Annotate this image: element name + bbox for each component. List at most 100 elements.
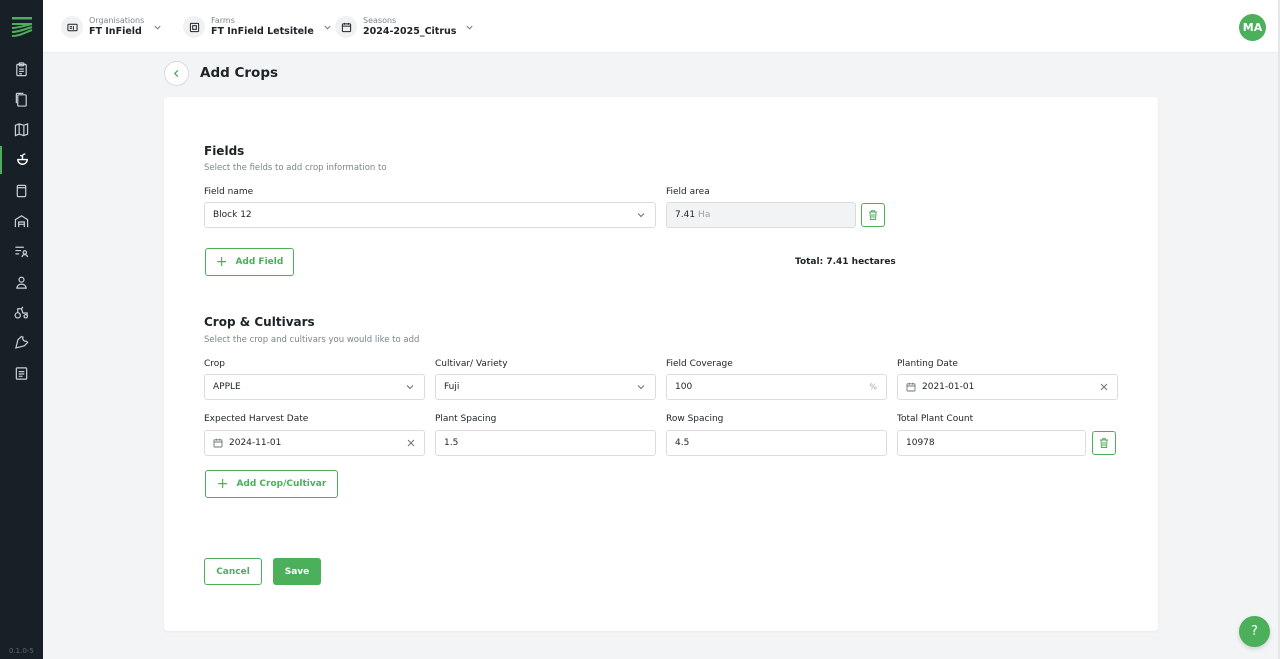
field-area-value: 7.41 (675, 210, 696, 220)
field-coverage-input[interactable]: 100 % (666, 374, 887, 400)
pages-icon (15, 92, 27, 107)
plant-count-value: 10978 (906, 438, 935, 448)
top-bar: Organisations FT InField Farms FT InFiel… (43, 0, 1280, 53)
save-label: Save (284, 566, 310, 577)
row-spacing-label: Row Spacing (666, 414, 724, 424)
nav-tools[interactable] (0, 328, 43, 356)
delete-crop-button[interactable] (1092, 431, 1116, 455)
chevron-down-icon (637, 213, 645, 218)
nav-clipboard[interactable] (0, 55, 43, 83)
app-logo-icon[interactable] (11, 16, 33, 38)
add-field-button[interactable]: + Add Field (205, 248, 294, 276)
add-crop-cultivar-label: Add Crop/Cultivar (236, 479, 327, 489)
nav-inventory[interactable] (0, 176, 43, 204)
map-icon (14, 122, 29, 136)
nav-users[interactable] (0, 268, 43, 296)
chevron-down-icon (406, 385, 414, 390)
calendar-icon (335, 16, 357, 38)
nav-reports[interactable] (0, 359, 43, 387)
row-spacing-value: 4.5 (675, 438, 690, 448)
crops-section-subtitle: Select the crop and cultivars you would … (204, 335, 420, 345)
fields-section-subtitle: Select the fields to add crop informatio… (204, 163, 387, 173)
cancel-button[interactable]: Cancel (204, 558, 262, 585)
wrench-icon (15, 335, 29, 349)
cultivar-value: Fuji (444, 382, 460, 392)
field-coverage-unit: % (869, 382, 877, 392)
farm-value: FT InField Letsitele (211, 25, 314, 37)
farm-icon (183, 16, 205, 38)
nav-pages[interactable] (0, 85, 43, 113)
crop-label: Crop (204, 359, 226, 369)
clipboard-icon (16, 61, 27, 76)
nav-buildings[interactable] (0, 207, 43, 235)
trash-icon (1100, 438, 1108, 448)
trash-icon (869, 210, 877, 220)
chevron-left-icon (173, 69, 179, 78)
cancel-label: Cancel (216, 566, 250, 577)
planting-date-input[interactable]: 2021-01-01 (897, 374, 1118, 400)
plus-icon: + (216, 476, 229, 492)
list-user-icon (15, 246, 29, 257)
crops-section-title: Crop & Cultivars (204, 315, 315, 329)
calendar-icon (213, 438, 223, 448)
plant-count-input[interactable]: 10978 (897, 430, 1086, 456)
app-version: 0.1.0-5 (9, 647, 34, 655)
page-title: Add Crops (200, 65, 279, 81)
season-value: 2024-2025_Citrus (363, 25, 457, 37)
nav-equipment[interactable] (0, 298, 43, 326)
fields-section-title: Fields (204, 144, 245, 158)
field-name-label: Field name (204, 187, 254, 197)
plus-icon: + (215, 254, 228, 270)
plant-spacing-value: 1.5 (444, 438, 459, 448)
nav-map[interactable] (0, 115, 43, 143)
plant-count-label: Total Plant Count (897, 414, 974, 424)
organisation-value: FT InField (89, 25, 142, 37)
building-icon (14, 214, 29, 227)
calendar-icon (906, 382, 916, 392)
row-spacing-input[interactable]: 4.5 (666, 430, 887, 456)
clear-icon[interactable] (1100, 383, 1108, 391)
plant-spacing-input[interactable]: 1.5 (435, 430, 656, 456)
add-crops-form: Fields Select the fields to add crop inf… (164, 97, 1158, 631)
field-area-unit: Ha (698, 210, 711, 220)
cultivar-select[interactable]: Fuji (435, 374, 656, 400)
crop-value: APPLE (213, 382, 241, 392)
field-coverage-label: Field Coverage (666, 359, 733, 369)
field-name-select[interactable]: Block 12 (204, 202, 656, 228)
farm-selector[interactable]: Farms FT InField Letsitele (183, 13, 332, 41)
harvest-date-input[interactable]: 2024-11-01 (204, 430, 425, 456)
field-coverage-value: 100 (675, 382, 693, 392)
tractor-icon (14, 306, 29, 319)
cultivar-label: Cultivar/ Variety (435, 359, 508, 369)
sidebar: 0.1.0-5 (0, 0, 43, 659)
help-button[interactable]: ? (1239, 616, 1270, 647)
chevron-down-icon (637, 385, 645, 390)
organisation-icon (61, 16, 83, 38)
nav-list-users[interactable] (0, 237, 43, 265)
user-icon (16, 276, 27, 289)
crop-select[interactable]: APPLE (204, 374, 425, 400)
chevron-down-icon (466, 25, 474, 30)
harvest-date-label: Expected Harvest Date (204, 414, 309, 424)
user-avatar[interactable]: MA (1239, 14, 1266, 41)
field-area-input: 7.41 Ha (666, 202, 856, 228)
planting-date-value: 2021-01-01 (922, 382, 975, 392)
plant-spacing-label: Plant Spacing (435, 414, 497, 424)
clear-icon[interactable] (407, 439, 415, 447)
document-icon (15, 366, 28, 380)
total-area: Total: 7.41 hectares (795, 257, 896, 267)
chevron-down-icon (154, 25, 161, 30)
planting-date-label: Planting Date (897, 359, 958, 369)
organisation-selector[interactable]: Organisations FT InField (61, 13, 162, 41)
back-button[interactable] (164, 61, 189, 86)
delete-field-button[interactable] (861, 203, 885, 227)
nav-crops[interactable] (0, 146, 43, 174)
crop-icon (17, 152, 28, 165)
save-button[interactable]: Save (273, 558, 321, 585)
season-label: Seasons (363, 15, 397, 25)
season-selector[interactable]: Seasons 2024-2025_Citrus (335, 13, 474, 41)
add-crop-cultivar-button[interactable]: + Add Crop/Cultivar (205, 470, 338, 498)
harvest-date-value: 2024-11-01 (229, 438, 282, 448)
farm-label: Farms (211, 15, 235, 25)
inventory-icon (16, 184, 27, 197)
